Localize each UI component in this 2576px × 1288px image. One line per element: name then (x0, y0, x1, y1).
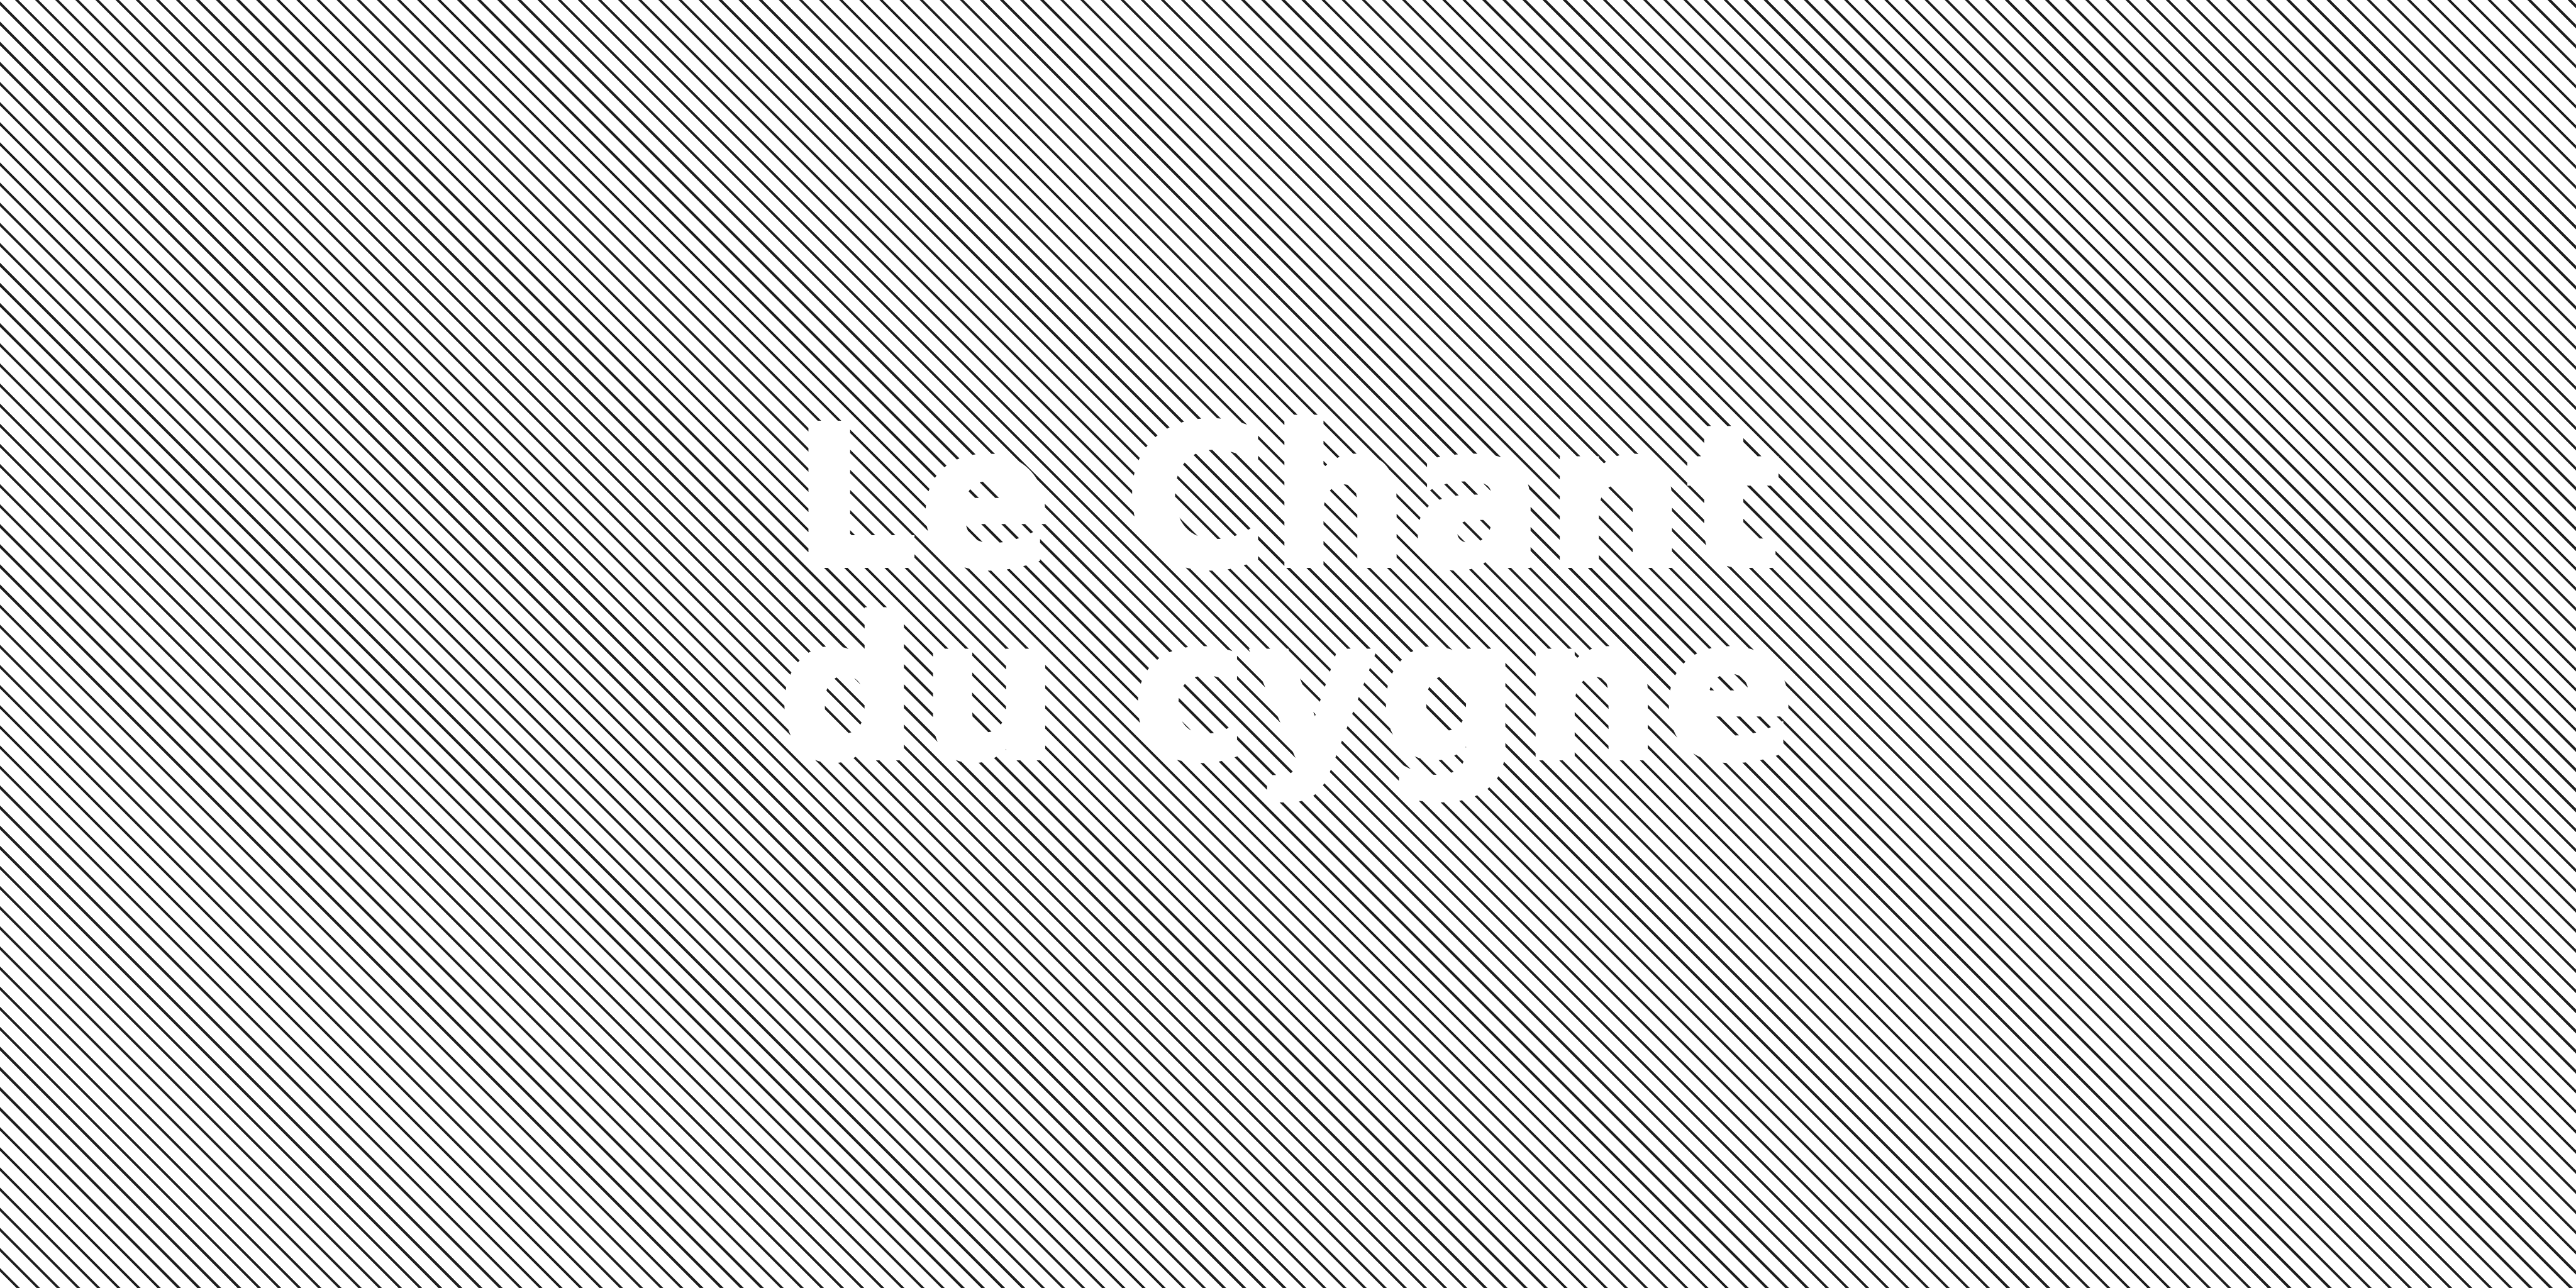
title-text: Le Chant du cygne (0, 385, 2576, 804)
striped-background: Le Chant du cygne (0, 0, 2576, 1288)
title-line-1: Le Chant (791, 385, 1783, 612)
title-line-2: du cygne (775, 577, 1798, 804)
